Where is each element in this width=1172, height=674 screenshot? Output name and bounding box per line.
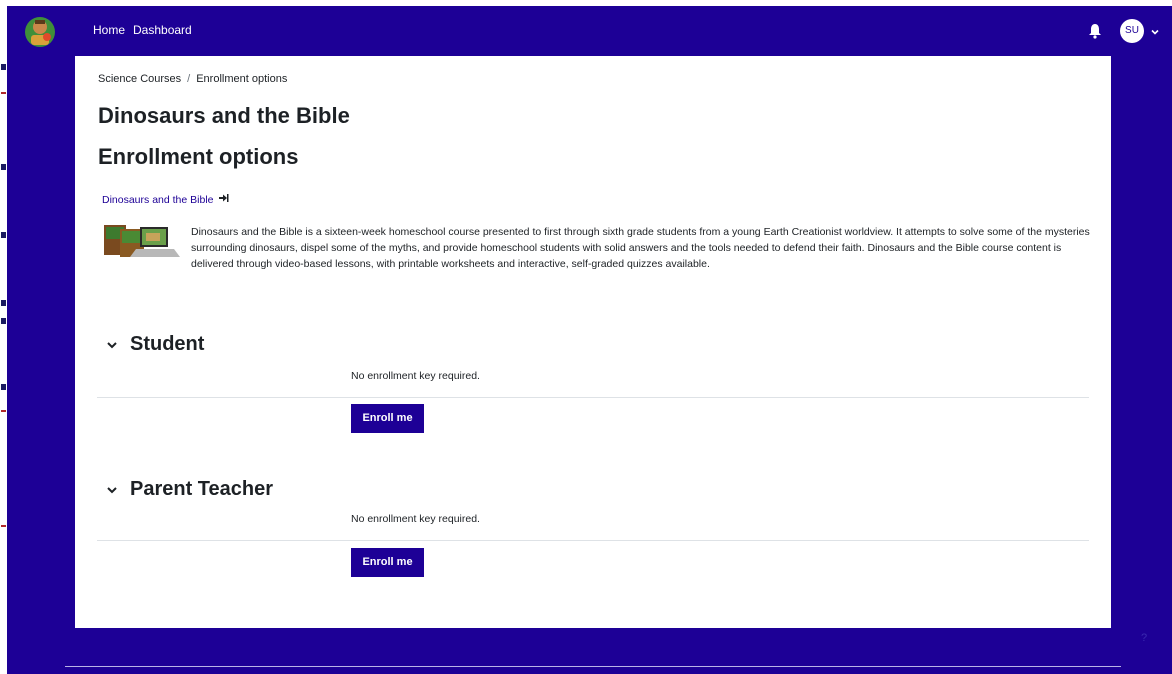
enroll-me-button-student[interactable]: Enroll me <box>351 404 424 433</box>
edge-mark <box>1 92 6 94</box>
breadcrumb-enrollment-options: Enrollment options <box>196 73 288 85</box>
enrollment-key-note: No enrollment key required. <box>351 513 480 525</box>
divider <box>97 540 1089 541</box>
user-avatar[interactable]: SU <box>1120 19 1144 43</box>
breadcrumb-science-courses[interactable]: Science Courses <box>98 73 181 85</box>
footer-divider <box>65 666 1121 667</box>
chevron-down-icon[interactable] <box>106 338 118 350</box>
edge-mark <box>1 164 6 170</box>
course-summary: Dinosaurs and the Bible is a sixteen-wee… <box>191 226 1090 270</box>
section-student-header[interactable]: Student <box>106 332 204 356</box>
section-parent-teacher-header[interactable]: Parent Teacher <box>106 477 273 501</box>
left-edge-artifacts <box>0 0 7 674</box>
divider <box>97 397 1089 398</box>
edge-mark <box>1 384 6 390</box>
sign-in-icon <box>218 193 229 206</box>
breadcrumb: Science Courses / Enrollment options <box>98 73 287 85</box>
top-navbar: Home Dashboard SU <box>7 6 1172 56</box>
primary-nav: Home Dashboard <box>93 22 192 38</box>
chevron-down-icon[interactable] <box>106 483 118 495</box>
course-title: Dinosaurs and the Bible <box>98 103 350 128</box>
edge-mark <box>1 64 6 70</box>
section-title: Parent Teacher <box>130 478 274 500</box>
section-title: Student <box>130 333 205 355</box>
main-content: Science Courses / Enrollment options Din… <box>75 56 1111 628</box>
enroll-me-button-parent-teacher[interactable]: Enroll me <box>351 548 424 577</box>
enrollment-key-note: No enrollment key required. <box>351 370 480 382</box>
edge-mark <box>1 232 6 238</box>
page-title: Enrollment options <box>98 144 299 169</box>
chevron-down-icon[interactable] <box>1150 24 1160 35</box>
edge-mark <box>1 410 6 412</box>
notification-bell-icon[interactable] <box>1088 23 1102 39</box>
course-link-label: Dinosaurs and the Bible <box>102 193 214 206</box>
site-logo-icon[interactable] <box>23 15 57 49</box>
nav-home-link[interactable]: Home <box>93 22 125 38</box>
page: Home Dashboard SU Science Courses / Enro… <box>0 0 1172 674</box>
breadcrumb-separator: / <box>187 73 191 85</box>
course-image <box>102 221 184 263</box>
help-icon[interactable]: ? <box>1141 632 1147 644</box>
edge-mark <box>1 525 6 527</box>
edge-mark <box>1 318 6 324</box>
course-link[interactable]: Dinosaurs and the Bible <box>102 193 229 206</box>
edge-mark <box>1 300 6 306</box>
nav-dashboard-link[interactable]: Dashboard <box>133 22 192 38</box>
